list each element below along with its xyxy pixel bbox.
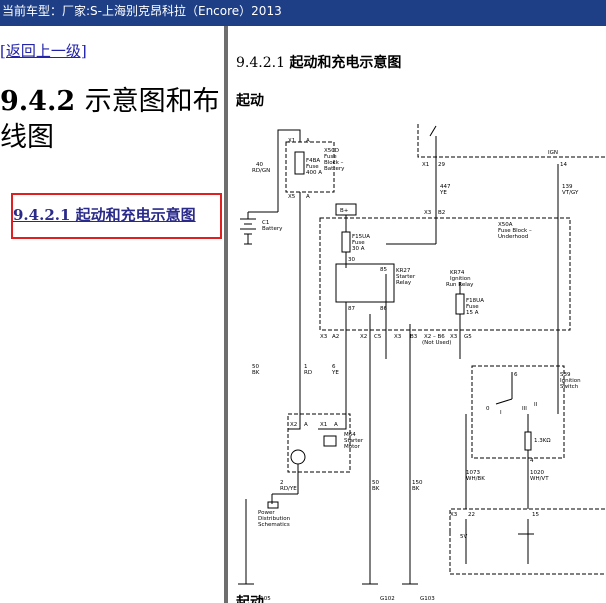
- lbl-x3-top: X3: [424, 210, 432, 216]
- lbl-wire40-color: RD/GN: [252, 168, 270, 174]
- lbl-x5-a: A: [306, 194, 310, 200]
- lbl-x1-right: X1: [422, 162, 429, 168]
- lbl-pin15: 15: [532, 512, 539, 518]
- lbl-x3-bot: X3: [450, 512, 458, 518]
- lbl-wire1073-color: WH/BK: [466, 476, 485, 482]
- content-pane: 9.4.2.1 起动和充电示意图 起动 X1 A X50D Fuse Block…: [228, 26, 606, 603]
- section-title-number: 9.4.2: [0, 86, 76, 117]
- lbl-x3-g5: X3: [450, 334, 458, 340]
- lbl-5v: 5V: [460, 534, 467, 540]
- lbl-resistor: 1.3KΩ: [534, 438, 551, 444]
- lbl-ign: IGN: [548, 150, 558, 156]
- starting-schematic-diagram: X1 A X50D Fuse Block – Battery F4BA Fuse…: [238, 124, 606, 602]
- lbl-f18ua-amp: 15 A: [466, 310, 479, 316]
- lbl-c1-desc: Battery: [262, 226, 283, 232]
- lbl-x1-left: X1: [288, 138, 295, 144]
- toc-link-starting-charging[interactable]: 9.4.2.1 起动和充电示意图: [13, 204, 196, 225]
- lbl-wire50-color: BK: [252, 370, 260, 376]
- lbl-g102: G102: [380, 596, 395, 602]
- lbl-pin86: 86: [380, 306, 387, 312]
- lbl-sw-i: I: [500, 410, 502, 416]
- lbl-g5: G5: [464, 334, 472, 340]
- lbl-pin6: 6: [514, 372, 518, 378]
- lbl-not-used: (Not Used): [422, 340, 451, 346]
- lbl-f15ua-amp: 30 A: [352, 246, 365, 252]
- lbl-wire6-color: YE: [331, 370, 339, 376]
- toc-pane: [返回上一级] 9.4.2 示意图和布线图 9.4.2.1 起动和充电示意图: [0, 26, 224, 603]
- page-heading: 9.4.2.1 起动和充电示意图: [236, 52, 401, 72]
- lbl-pin14: 14: [560, 162, 567, 168]
- lbl-b3: B3: [410, 334, 418, 340]
- lbl-pin4: 4: [530, 458, 534, 464]
- lbl-x1-a: A: [306, 138, 310, 144]
- lbl-b2: B2: [438, 210, 445, 216]
- lbl-wire1020-color: WH/VT: [530, 476, 549, 482]
- section-title: 9.4.2 示意图和布线图: [0, 84, 220, 156]
- lbl-f4ba-amp: 400 A: [306, 170, 322, 176]
- lbl-x5: X5: [288, 194, 296, 200]
- lbl-x50a-d2: Underhood: [498, 234, 528, 240]
- lbl-x2-m: X2: [290, 422, 297, 428]
- lbl-pin85: 85: [380, 267, 387, 273]
- lbl-x1-m: X1: [320, 422, 327, 428]
- lbl-wire150-color: BK: [412, 486, 420, 492]
- vehicle-label: 当前车型：厂家:S-上海别克昂科拉（Encore）2013: [2, 4, 282, 18]
- lbl-c5: C5: [374, 334, 382, 340]
- page-heading-number: 9.4.2.1: [236, 55, 285, 71]
- lbl-wire1-color: RD: [304, 370, 312, 376]
- lbl-wire2-color: RD/YE: [280, 486, 297, 492]
- lbl-pwr3: Schematics: [258, 522, 290, 528]
- lbl-g103: G103: [420, 596, 435, 602]
- lbl-kr74-d2: Run Relay: [446, 282, 474, 288]
- vehicle-title-bar: 当前车型：厂家:S-上海别克昂科拉（Encore）2013: [0, 0, 606, 26]
- lbl-pin22: 22: [468, 512, 475, 518]
- lbl-x2-c5: X2: [360, 334, 367, 340]
- lbl-wire50b-color: BK: [372, 486, 380, 492]
- lbl-kr27-d2: Relay: [396, 280, 412, 286]
- lbl-m-a2: A: [334, 422, 338, 428]
- lbl-sw-0: 0: [486, 406, 490, 412]
- back-link[interactable]: [返回上一级]: [0, 40, 87, 61]
- lbl-wire447-color: YE: [439, 190, 447, 196]
- subheading-starting-bottom: 起动: [236, 595, 264, 603]
- lbl-m64-d2: Motor: [344, 444, 361, 450]
- lbl-bplus: B+: [340, 208, 349, 214]
- lbl-x3-b3: X3: [394, 334, 402, 340]
- lbl-pin30: 30: [348, 257, 355, 263]
- lbl-s39-d2: Switch: [560, 384, 579, 390]
- subheading-starting: 起动: [236, 93, 264, 109]
- lbl-wire139-color: VT/GY: [562, 190, 579, 196]
- lbl-x50d-d3: Battery: [324, 166, 345, 172]
- page-heading-text: 起动和充电示意图: [289, 55, 402, 71]
- lbl-pin87: 87: [348, 306, 355, 312]
- lbl-x3-a2: X3: [320, 334, 328, 340]
- lbl-sw-ii: II: [534, 402, 538, 408]
- lbl-a2: A2: [332, 334, 339, 340]
- lbl-sw-iii: III: [522, 406, 527, 412]
- lbl-m-a: A: [304, 422, 308, 428]
- lbl-pin29: 29: [438, 162, 445, 168]
